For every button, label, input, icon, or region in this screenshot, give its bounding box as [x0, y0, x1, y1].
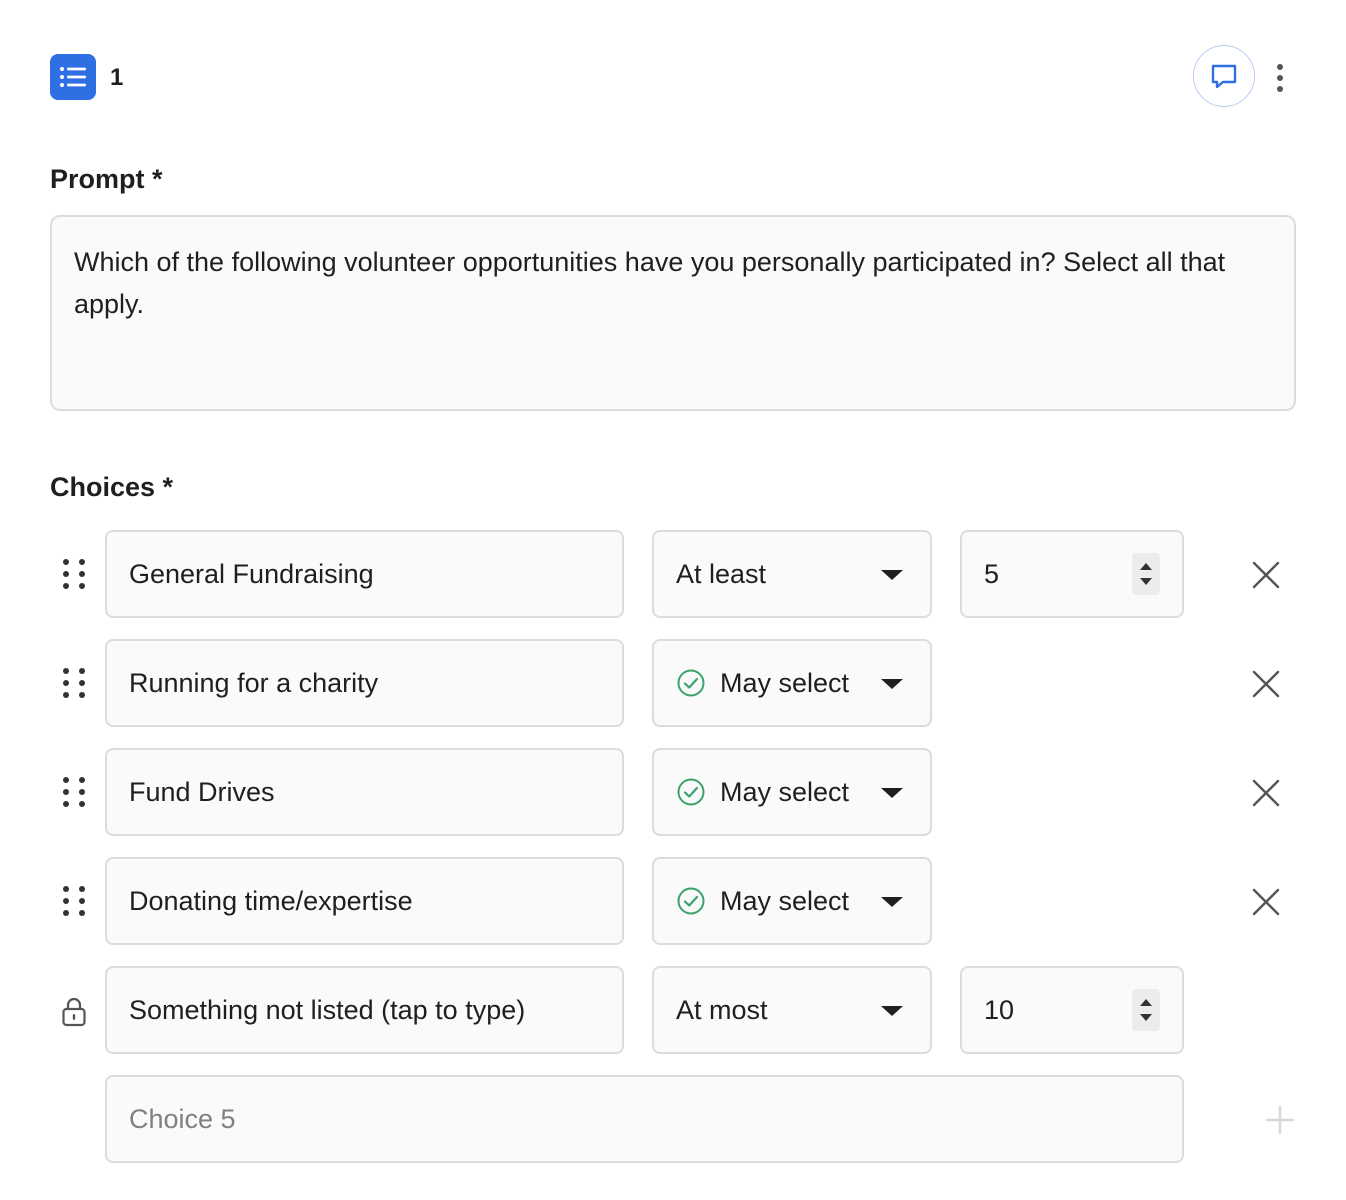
remove-choice-button[interactable] [1246, 773, 1286, 813]
choice-rule-select[interactable]: At least [652, 530, 932, 618]
number-stepper[interactable] [1132, 553, 1160, 595]
choice-rule-value: May select [720, 776, 850, 807]
number-stepper[interactable] [1132, 989, 1160, 1031]
choice-rule-select[interactable]: May select [652, 748, 932, 836]
choice-count-input[interactable]: 5 [960, 530, 1184, 618]
remove-choice-button[interactable] [1246, 664, 1286, 704]
caret-down-icon [881, 1006, 903, 1016]
lock-icon [60, 996, 88, 1028]
drag-handle-icon[interactable] [62, 883, 86, 919]
add-choice-button[interactable] [1262, 1102, 1298, 1138]
choice-count-value: 10 [984, 994, 1015, 1025]
close-icon [1252, 561, 1280, 589]
drag-handle-icon[interactable] [62, 774, 86, 810]
remove-choice-button[interactable] [1246, 555, 1286, 595]
check-circle-icon [676, 886, 706, 916]
new-choice-placeholder: Choice 5 [129, 1103, 236, 1134]
choice-text-input[interactable]: Something not listed (tap to type) [105, 966, 624, 1054]
caret-down-icon [881, 679, 903, 689]
check-circle-icon [676, 668, 706, 698]
choice-text-input[interactable]: General Fundraising [105, 530, 624, 618]
caret-down-icon [881, 897, 903, 907]
remove-choice-button[interactable] [1246, 882, 1286, 922]
multiple-choice-icon [50, 54, 96, 100]
close-icon [1252, 779, 1280, 807]
choice-count-input[interactable]: 10 [960, 966, 1184, 1054]
choice-text-input[interactable]: Donating time/expertise [105, 857, 624, 945]
drag-handle-icon[interactable] [62, 665, 86, 701]
drag-handle-icon[interactable] [62, 556, 86, 592]
prompt-textarea[interactable]: Which of the following volunteer opportu… [50, 215, 1296, 411]
more-options-button[interactable] [1266, 60, 1294, 96]
comment-icon [1211, 64, 1237, 89]
check-circle-icon [676, 777, 706, 807]
choice-count-value: 5 [984, 558, 1000, 589]
choice-text-input[interactable]: Fund Drives [105, 748, 624, 836]
choice-rule-value: At most [676, 994, 768, 1025]
choice-rule-value: May select [720, 885, 850, 916]
choice-rule-value: May select [720, 667, 850, 698]
choice-rule-select[interactable]: May select [652, 857, 932, 945]
choices-label: Choices * [50, 472, 174, 502]
choice-rule-select[interactable]: At most [652, 966, 932, 1054]
comment-button[interactable] [1193, 45, 1255, 107]
caret-down-icon [881, 788, 903, 798]
new-choice-input[interactable]: Choice 5 [105, 1075, 1184, 1163]
question-number: 1 [110, 64, 124, 91]
choice-rule-value: At least [676, 558, 767, 589]
prompt-label: Prompt * [50, 164, 163, 194]
caret-down-icon [881, 570, 903, 580]
plus-icon [1265, 1105, 1295, 1135]
choice-rule-select[interactable]: May select [652, 639, 932, 727]
close-icon [1252, 888, 1280, 916]
choice-text-input[interactable]: Running for a charity [105, 639, 624, 727]
close-icon [1252, 670, 1280, 698]
